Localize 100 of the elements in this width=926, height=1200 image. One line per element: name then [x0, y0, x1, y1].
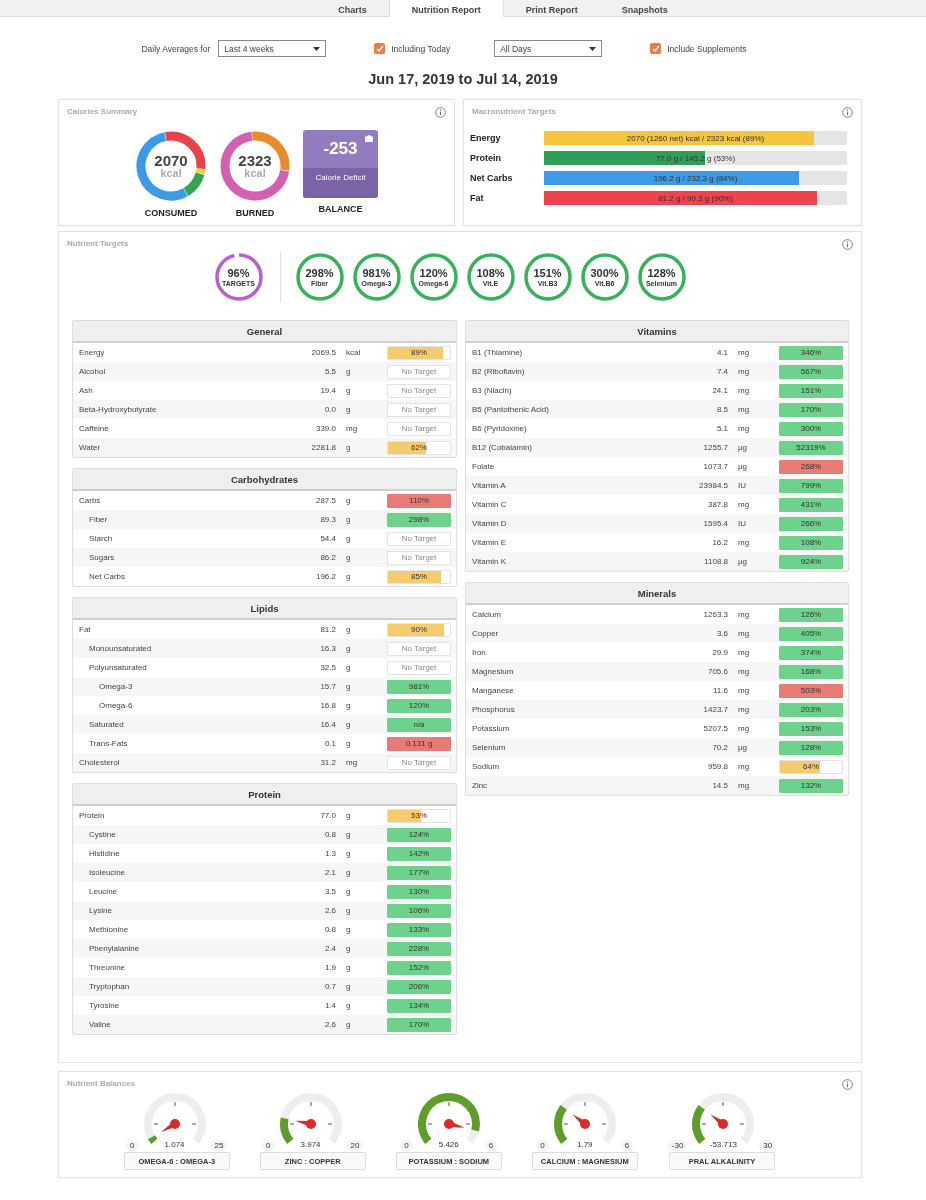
amount: 1073.7: [702, 462, 728, 471]
nutrient-name: Valine: [88, 1020, 112, 1029]
progress-ring: [465, 252, 516, 302]
tab[interactable]: Nutrition Report: [388, 0, 504, 17]
nutrient-name: Zinc: [472, 781, 489, 790]
nutrient-name: Threonine: [88, 963, 127, 972]
ring-value: 96%: [227, 267, 250, 280]
unit: g: [345, 963, 352, 972]
unit-label: kcal: [160, 168, 182, 179]
unit: µg: [737, 743, 749, 752]
unit: g: [345, 405, 352, 414]
unit: g: [345, 496, 352, 505]
progress-ring: [579, 252, 630, 302]
ring-value: 108%: [476, 267, 505, 280]
nutrient-name: Trans-Fats: [88, 739, 129, 748]
amount: 1255.7: [702, 443, 728, 452]
nutrient-name: Polyunsaturated: [88, 663, 148, 672]
nutrient-name: Isoleucine: [88, 868, 127, 877]
target-value: No Target: [401, 758, 437, 767]
nutrient-name: Iron: [472, 648, 487, 657]
checkbox[interactable]: [650, 43, 662, 54]
amount: 705.6: [706, 667, 728, 676]
amount: 2.6: [323, 1020, 336, 1029]
unit: mg: [737, 667, 751, 676]
target-value: No Target: [401, 534, 437, 543]
amount: 5207.5: [702, 724, 728, 733]
panel-title: Macronutrient Targets: [472, 107, 556, 116]
target-value: 567%: [800, 367, 822, 376]
amount: 0.8: [323, 830, 336, 839]
info-icon[interactable]: [842, 1079, 853, 1090]
target-value: 431%: [800, 500, 822, 509]
tab[interactable]: Print Report: [503, 0, 600, 16]
gauge-dial: [143, 1093, 206, 1144]
target-value: 85%: [411, 572, 427, 581]
ring-value: 300%: [590, 267, 619, 280]
unit: IU: [737, 481, 747, 490]
gauge-min: 0: [400, 1140, 413, 1151]
nutrient-name: Vitamin E: [472, 538, 508, 547]
unit: g: [345, 443, 352, 452]
nutrient-name: B3 (Niacin): [472, 386, 513, 395]
gauge-value: 1.79: [576, 1140, 593, 1149]
gauge-min: 0: [126, 1140, 139, 1151]
section-title: Vitamins: [466, 321, 848, 343]
panel-title: Nutrient Balances: [67, 1079, 136, 1088]
target-value: No Target: [401, 424, 437, 433]
target-value: 268%: [800, 462, 822, 471]
nutrient-name: Alcohol: [79, 367, 107, 376]
target-value: n/a: [413, 720, 425, 729]
unit: mg: [345, 424, 359, 433]
target-value: 133%: [408, 925, 430, 934]
unit: g: [345, 1020, 352, 1029]
target-value: 374%: [800, 648, 822, 657]
macro-label: Protein: [470, 153, 502, 163]
amount: 2069.5: [310, 348, 336, 357]
progress-ring: [213, 252, 264, 302]
nutrient-name: Beta-Hydroxybutyrate: [79, 405, 158, 414]
dropdown[interactable]: All Days: [494, 40, 603, 57]
amount: 32.5: [319, 663, 336, 672]
unit: IU: [737, 519, 747, 528]
progress-ring: [351, 252, 402, 302]
progress-ring: [636, 252, 687, 302]
panel-title: Nutrient Targets: [67, 239, 129, 248]
section-title: General: [73, 321, 456, 343]
target-value: 108%: [800, 538, 822, 547]
amount: 0.7: [323, 982, 336, 991]
nutrient-name: Energy: [79, 348, 106, 357]
checkbox[interactable]: [374, 43, 386, 54]
target-value: 503%: [800, 686, 822, 695]
nutrient-name: Selenium: [472, 743, 507, 752]
nutrient-name: Saturated: [88, 720, 125, 729]
unit: mg: [345, 758, 359, 767]
unit: mg: [737, 348, 751, 357]
target-value: 152%: [408, 963, 430, 972]
progress-text: 2070 (1260 net) kcal / 2323 kcal (89%): [626, 133, 765, 143]
target-value: 228%: [408, 944, 430, 953]
tab[interactable]: Charts: [316, 0, 389, 16]
amount: 7.4: [715, 367, 728, 376]
amount: 287.5: [314, 496, 336, 505]
gauge-value: 3.974: [300, 1140, 321, 1149]
amount: 31.2: [319, 758, 336, 767]
nutrient-name: Ash: [79, 386, 94, 395]
amount: 5.5: [323, 367, 336, 376]
dropdown[interactable]: Last 4 weeks: [218, 40, 327, 57]
amount: 959.8: [706, 762, 728, 771]
ring-value: 128%: [647, 267, 676, 280]
amount: 1595.4: [702, 519, 728, 528]
info-icon[interactable]: [842, 107, 853, 118]
info-icon[interactable]: [842, 239, 853, 250]
target-value: 52319%: [796, 443, 826, 452]
unit: mg: [737, 405, 751, 414]
tab[interactable]: Snapshots: [599, 0, 690, 16]
gauge-max: 30: [759, 1140, 777, 1151]
target-value: 346%: [800, 348, 822, 357]
info-icon[interactable]: [435, 107, 446, 118]
amount: 1.4: [323, 1001, 336, 1010]
amount: 89.3: [319, 515, 336, 524]
amount: 19.4: [319, 386, 336, 395]
nutrient-name: Manganese: [472, 686, 515, 695]
control-label: Daily Averages for: [141, 43, 211, 54]
date-range: Jun 17, 2019 to Jul 14, 2019: [367, 71, 559, 87]
